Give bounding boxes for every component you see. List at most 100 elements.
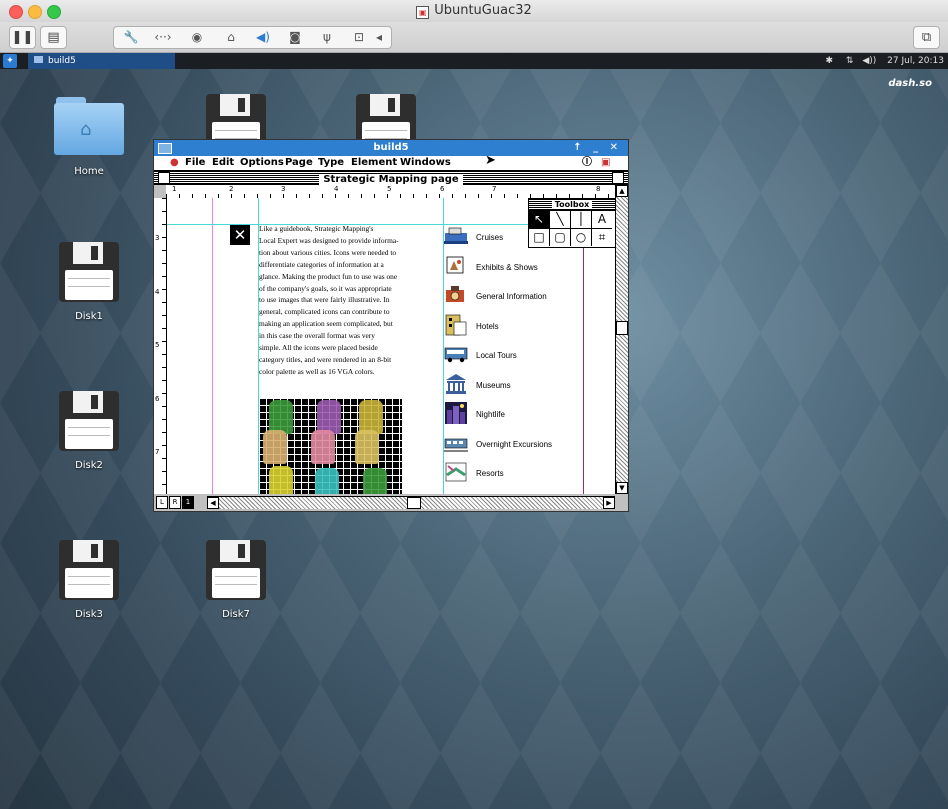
taskbar-label: build5 xyxy=(48,56,76,66)
left-master-tab[interactable]: L xyxy=(156,496,168,509)
rounded-rectangle-tool[interactable]: ▢ xyxy=(550,229,571,246)
info-icon xyxy=(446,286,464,302)
text-line: differentiate categories of information … xyxy=(259,259,384,269)
host-title-text: UbuntuGuac32 xyxy=(434,3,532,18)
volume-icon-tray[interactable]: ◀)) xyxy=(862,56,876,66)
text-line: in this case the overall format was very xyxy=(259,331,375,341)
help-icon[interactable]: Ⓘ xyxy=(582,156,592,170)
ruler-number: 6 xyxy=(440,185,445,193)
window-icon[interactable]: ⧉ xyxy=(913,26,940,49)
host-titlebar: ▣ UbuntuGuac32 xyxy=(0,0,948,23)
nightlife-icon xyxy=(445,402,467,424)
category-item[interactable]: Overnight Excursions xyxy=(444,432,614,462)
category-label: Overnight Excursions xyxy=(476,439,553,449)
menu-edit[interactable]: Edit xyxy=(212,156,234,170)
museum-icon xyxy=(446,373,466,394)
rectangle-tool[interactable]: □ xyxy=(529,229,550,246)
desktop-icon-disk7[interactable]: Disk7 xyxy=(196,540,276,620)
vertical-scrollbar[interactable]: ▲ ▼ xyxy=(615,185,628,494)
ruler-number: 5 xyxy=(387,185,392,193)
desktop-icon-home[interactable]: ⌂ Home xyxy=(49,97,129,177)
right-master-tab[interactable]: R xyxy=(169,496,181,509)
document-titlebar[interactable]: Strategic Mapping page xyxy=(154,171,628,185)
floppy-disk-icon xyxy=(59,391,119,451)
hdd-icon[interactable]: ⌂ xyxy=(218,27,244,48)
menu-options[interactable]: Options xyxy=(240,156,284,170)
page-1-tab[interactable]: 1 xyxy=(182,496,194,509)
category-label: Hotels xyxy=(476,321,499,331)
train-icon xyxy=(444,438,468,451)
desktop-icon-disk3[interactable]: Disk3 xyxy=(49,540,129,620)
resort-icon xyxy=(445,462,467,482)
system-menu-icon[interactable] xyxy=(158,143,172,154)
apple-menu-icon[interactable]: ● xyxy=(170,156,179,170)
pixel-icon-mosaic-image[interactable] xyxy=(259,398,402,494)
shared-folder-icon[interactable]: ⊡ xyxy=(346,27,372,48)
oval-tool[interactable]: ○ xyxy=(571,229,592,246)
menu-file[interactable]: File xyxy=(185,156,205,170)
scroll-left-arrow-icon[interactable]: ◀ xyxy=(207,497,219,509)
text-tool[interactable]: A xyxy=(592,211,612,229)
system-tray: ✱ ⇅ ◀)) 27 Jul, 20:13 xyxy=(825,53,948,69)
chevron-left-icon[interactable]: ◂ xyxy=(370,27,388,48)
app-switch-icon[interactable]: ▣ xyxy=(601,156,610,170)
menu-windows[interactable]: Windows xyxy=(400,156,451,170)
text-line: Local Expert was designed to provide inf… xyxy=(259,235,399,245)
host-window-title: ▣ UbuntuGuac32 xyxy=(0,3,948,19)
network-icon[interactable]: ⇅ xyxy=(846,56,854,66)
margin-guide xyxy=(212,198,213,494)
category-item[interactable]: Hotels xyxy=(444,314,614,344)
scroll-up-arrow-icon[interactable]: ▲ xyxy=(616,185,628,197)
display-icon[interactable]: ▤ xyxy=(40,26,67,49)
usb-icon[interactable]: ψ xyxy=(314,27,340,48)
wrench-icon[interactable]: 🔧 xyxy=(118,27,144,48)
taskbar-item-build5[interactable]: build5 xyxy=(28,53,175,69)
category-item[interactable]: Resorts xyxy=(444,461,614,491)
menu-type[interactable]: Type xyxy=(318,156,344,170)
text-line: making an application seem complicated, … xyxy=(259,319,393,329)
mouse-cursor-icon: ➤ xyxy=(485,153,496,168)
category-item[interactable]: Museums xyxy=(444,373,614,403)
category-label: Cruises xyxy=(476,233,504,242)
arrows-icon[interactable]: ‹··› xyxy=(150,27,176,48)
crop-tool[interactable]: ⌗ xyxy=(592,229,612,246)
menu-element[interactable]: Element xyxy=(351,156,397,170)
toolbox-title: Toolbox xyxy=(551,200,593,209)
category-item[interactable]: General Information xyxy=(444,284,614,314)
desktop-icon-label: Home xyxy=(74,166,104,177)
text-line: tion about various cities. Icons were ne… xyxy=(259,247,397,257)
ruler-number: 3 xyxy=(281,185,286,193)
vertical-scroll-thumb[interactable] xyxy=(616,321,628,335)
diagonal-line-tool[interactable]: ╲ xyxy=(550,211,571,229)
category-item[interactable]: Exhibits & Shows xyxy=(444,255,614,285)
camera-icon[interactable]: ◙ xyxy=(282,27,308,48)
window-titlebar[interactable]: build5 ↑ _ ✕ xyxy=(154,140,628,156)
tools-pictogram-icon: ✕ xyxy=(230,225,250,245)
cruise-ship-icon xyxy=(444,227,468,244)
app-menu-icon[interactable]: ✦ xyxy=(3,54,17,68)
vertical-line-tool[interactable]: │ xyxy=(571,211,592,229)
ruler-number: 4 xyxy=(155,288,160,296)
category-list: Cruises Exhibits & Shows General Informa… xyxy=(444,225,614,491)
text-line: to use images that were fairly illustrat… xyxy=(259,295,390,305)
horizontal-scroll-thumb[interactable] xyxy=(407,497,421,509)
scroll-down-arrow-icon[interactable]: ▼ xyxy=(616,482,628,494)
horizontal-scrollbar[interactable]: ◀ ▶ xyxy=(207,496,615,509)
cd-icon[interactable]: ◉ xyxy=(184,27,210,48)
menu-page[interactable]: Page xyxy=(285,156,313,170)
desktop-icon-disk2[interactable]: Disk2 xyxy=(49,391,129,471)
pointer-tool[interactable]: ↖ xyxy=(529,211,550,229)
bluetooth-icon[interactable]: ✱ xyxy=(825,56,833,66)
window-controls[interactable]: ↑ _ ✕ xyxy=(573,140,622,156)
category-item[interactable]: Local Tours xyxy=(444,343,614,373)
desktop-icon-disk1[interactable]: Disk1 xyxy=(49,242,129,322)
volume-icon[interactable]: ◀) xyxy=(250,27,276,48)
scroll-right-arrow-icon[interactable]: ▶ xyxy=(603,497,615,509)
text-line: color palette as well as 16 VGA colors. xyxy=(259,366,375,376)
zoom-box-icon[interactable] xyxy=(612,172,624,184)
text-line: general, complicated icons can contribut… xyxy=(259,307,390,317)
clock[interactable]: 27 Jul, 20:13 xyxy=(887,56,944,66)
category-item[interactable]: Nightlife xyxy=(444,402,614,432)
body-text-block[interactable]: Like a guidebook, Strategic Mapping's Lo… xyxy=(259,223,427,378)
pause-icon[interactable]: ❚❚ xyxy=(9,26,36,49)
